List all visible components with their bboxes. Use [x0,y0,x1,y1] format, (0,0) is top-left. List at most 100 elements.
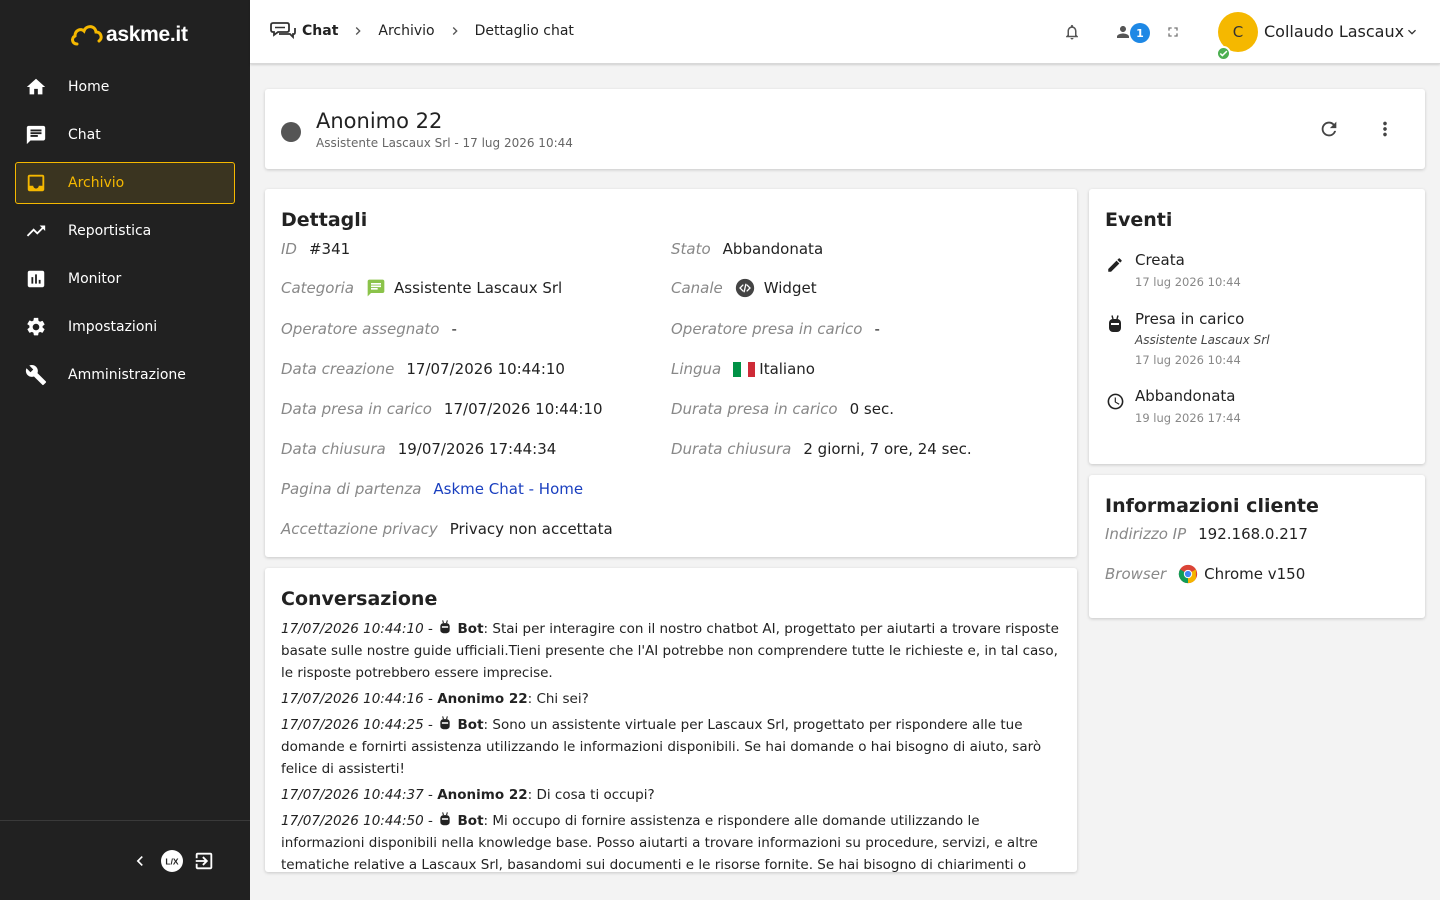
user-menu[interactable]: Collaudo Lascaux [1264,22,1420,41]
logout-icon [195,852,213,870]
field-privacy: Accettazione privacy Privacy non accetta… [281,520,613,538]
field-label: ID [281,240,297,258]
sidebar-item-impostazioni[interactable]: Impostazioni [15,306,235,348]
sidebar-item-label: Impostazioni [68,319,158,335]
refresh-button[interactable] [1317,117,1341,141]
more-vertical-icon [1383,121,1387,137]
field-value: Italiano [759,360,815,378]
sidebar: askme.it Home Chat Archivio Reportistica [0,0,250,900]
italy-flag-icon [733,361,756,377]
field-canale: Canale Widget [671,278,817,298]
field-value: Privacy non accettata [449,520,613,538]
more-options-button[interactable] [1373,117,1397,141]
event-operator: Assistente Lascaux Srl [1135,333,1270,347]
trending-up-icon [24,219,48,243]
field-label: Accettazione privacy [281,520,438,538]
breadcrumb: Chat Archivio Dettaglio chat [270,20,574,42]
fullscreen-icon [1168,27,1178,37]
message-sender: Bot [457,717,484,733]
sidebar-item-label: Archivio [68,175,125,191]
code-widget-icon [735,278,754,298]
field-lingua: Lingua Italiano [671,360,815,378]
logout-button[interactable] [192,849,216,873]
collapse-sidebar-button[interactable] [128,849,152,873]
sidebar-item-amministrazione[interactable]: Amministrazione [15,354,235,396]
bot-icon [440,812,450,826]
field-label: Lingua [671,360,722,378]
message-timestamp: 17/07/2026 10:44:16 [281,691,424,707]
bot-icon [440,620,450,634]
fullscreen-button[interactable] [1161,20,1185,44]
breadcrumb-chat[interactable]: Chat [302,23,338,39]
bar-chart-icon [24,267,48,291]
message-text: Di cosa ti occupi? [536,787,655,803]
gear-icon [24,315,48,339]
lascaux-button[interactable]: L/X [160,849,184,873]
field-label: Pagina di partenza [281,480,422,498]
field-id: ID #341 [281,240,350,258]
field-value: 192.168.0.217 [1198,525,1308,543]
field-label: Categoria [281,279,355,297]
events-title: Eventi [1105,209,1173,231]
event-label: Abbandonata [1135,387,1236,405]
chat-message: 17/07/2026 10:44:16 - Anonimo 22: Chi se… [281,691,589,707]
field-label: Stato [671,240,711,258]
bot-icon [1105,314,1125,334]
field-label: Durata chiusura [671,440,792,458]
breadcrumb-archivio[interactable]: Archivio [378,23,434,39]
field-durata-chiusura: Durata chiusura 2 giorni, 7 ore, 24 sec. [671,440,972,458]
field-value: Assistente Lascaux Srl [394,279,563,297]
top-header: Chat Archivio Dettaglio chat 1 C Collaud… [250,0,1440,64]
message-timestamp: 17/07/2026 10:44:10 [281,621,424,637]
sidebar-item-archivio[interactable]: Archivio [15,162,235,204]
field-label: Data chiusura [281,440,386,458]
field-value: Chrome v150 [1204,565,1306,583]
chat-title-card: Anonimo 22 Assistente Lascaux Srl - 17 l… [265,89,1425,169]
sidebar-item-label: Home [68,79,110,95]
wrench-icon [24,363,48,387]
field-label: Indirizzo IP [1105,525,1187,543]
chevron-right-icon [350,23,366,39]
inbox-icon [24,171,48,195]
field-pagina-partenza: Pagina di partenza Askme Chat - Home [281,480,583,498]
field-durata-presa: Durata presa in carico 0 sec. [671,400,894,418]
chat-message: 17/07/2026 10:44:25 - Bot: Sono un assis… [281,716,1042,777]
message-timestamp: 17/07/2026 10:44:37 [281,787,424,803]
askme-logo[interactable]: askme.it [70,20,188,50]
start-page-link[interactable]: Askme Chat - Home [433,480,583,498]
sidebar-item-chat[interactable]: Chat [15,114,235,156]
bot-icon [440,716,450,730]
field-operatore-assegnato: Operatore assegnato - [281,320,457,338]
field-value: - [874,320,880,338]
sidebar-item-home[interactable]: Home [15,66,235,108]
sidebar-nav: Home Chat Archivio Reportistica Monitor [15,66,235,402]
field-value: 2 giorni, 7 ore, 24 sec. [803,440,972,458]
client-info-card: Informazioni cliente Indirizzo IP 192.16… [1089,475,1425,618]
field-ip: Indirizzo IP 192.168.0.217 [1105,525,1308,543]
category-chat-icon [367,279,385,297]
brand-name: askme.it [106,23,188,46]
sidebar-item-label: Amministrazione [68,367,186,383]
field-label: Operatore presa in carico [671,320,863,338]
field-label: Browser [1105,565,1167,583]
field-value: 17/07/2026 10:44:10 [443,400,603,418]
event-label: Creata [1135,251,1185,269]
notifications-button[interactable] [1060,20,1084,44]
sidebar-item-monitor[interactable]: Monitor [15,258,235,300]
home-icon [24,75,48,99]
field-value: - [451,320,457,338]
field-operatore-presa: Operatore presa in carico - [671,320,880,338]
chevron-down-icon [1408,29,1417,35]
cloud-logo-icon [71,25,103,46]
events-card: Eventi Creata 17 lug 2026 10:44 Presa in… [1089,189,1425,464]
chat-message: 17/07/2026 10:44:10 - Bot: Stai per inte… [281,620,1059,681]
user-name: Collaudo Lascaux [1264,22,1405,41]
details-card: Dettagli ID #341 Stato Abbandonata Categ… [265,189,1077,557]
field-label: Data creazione [281,360,395,378]
lascaux-logo-icon: L/X [161,850,183,872]
clock-icon [1105,391,1125,411]
sidebar-item-reportistica[interactable]: Reportistica [15,210,235,252]
users-count-badge: 1 [1130,23,1150,43]
message-timestamp: 17/07/2026 10:44:25 [281,717,424,733]
chevron-left-icon [136,856,143,866]
